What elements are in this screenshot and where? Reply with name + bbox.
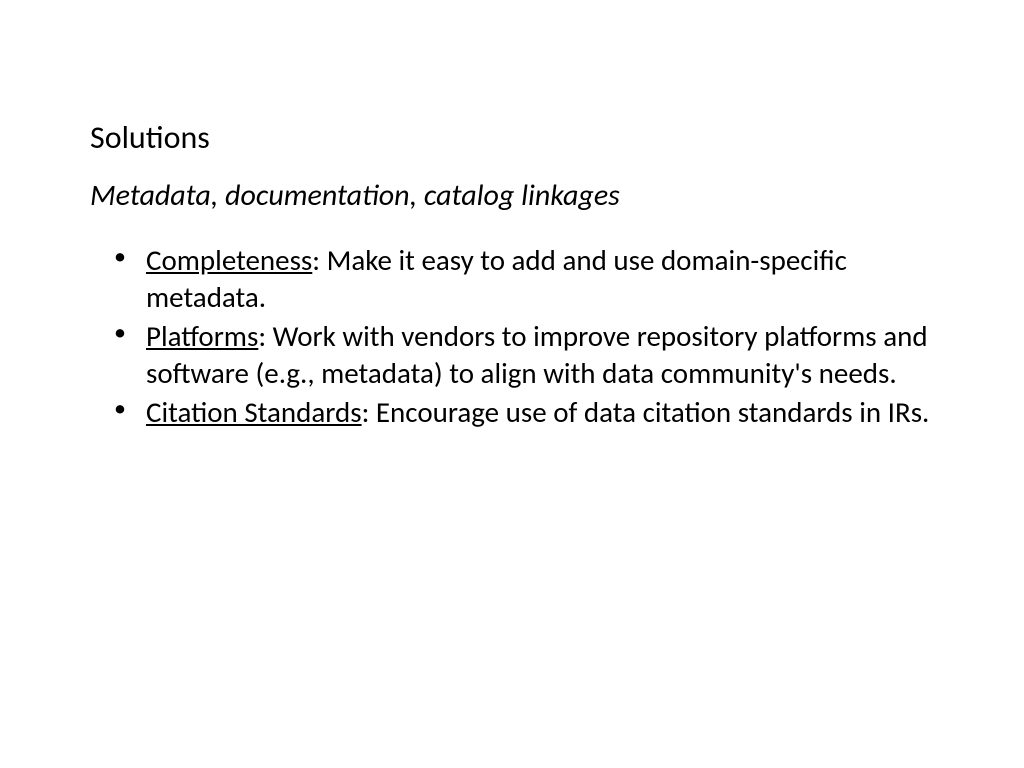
bullet-list: Completeness: Make it easy to add and us… xyxy=(90,242,934,432)
bullet-term: Citation Standards xyxy=(146,394,362,430)
bullet-text: : Work with vendors to improve repositor… xyxy=(146,318,928,391)
bullet-term: Completeness xyxy=(146,242,312,278)
slide-title: Solutions xyxy=(90,118,934,157)
bullet-text: : Encourage use of data citation standar… xyxy=(362,394,930,430)
list-item: Platforms: Work with vendors to improve … xyxy=(118,318,934,392)
list-item: Citation Standards: Encourage use of dat… xyxy=(118,394,934,431)
list-item: Completeness: Make it easy to add and us… xyxy=(118,242,934,316)
bullet-term: Platforms xyxy=(146,318,258,354)
slide-subtitle: Metadata, documentation, catalog linkage… xyxy=(90,177,934,214)
